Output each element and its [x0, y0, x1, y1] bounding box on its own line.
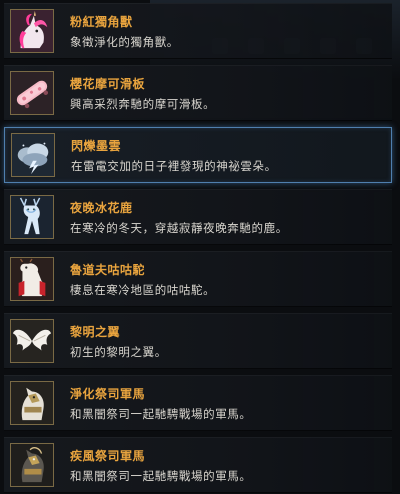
- ice-deer-icon: [10, 195, 54, 239]
- rudolph-camel-icon: [10, 257, 54, 301]
- dawn-wings-icon: [10, 319, 54, 363]
- list-item[interactable]: 魯道夫咕咕駝 棲息在寒冷地區的咕咕駝。: [4, 251, 392, 307]
- item-name: 櫻花摩可滑板: [70, 77, 146, 91]
- list-item[interactable]: 淨化祭司軍馬 和黑闇祭司一起馳騁戰場的軍馬。: [4, 375, 392, 431]
- item-description: 棲息在寒冷地區的咕咕駝。: [70, 283, 216, 297]
- sakura-skateboard-icon: [10, 71, 54, 115]
- item-description: 和黑闇祭司一起馳騁戰場的軍馬。: [70, 469, 252, 483]
- pink-unicorn-icon: [10, 9, 54, 53]
- item-name: 淨化祭司軍馬: [70, 387, 146, 401]
- item-description: 在寒冷的冬天，穿越寂靜夜晚奔馳的鹿。: [70, 221, 288, 235]
- item-name: 粉紅獨角獸: [70, 15, 133, 29]
- item-name: 黎明之翼: [70, 325, 121, 339]
- item-name: 夜晚冰花鹿: [70, 201, 133, 215]
- item-name: 疾風祭司軍馬: [70, 449, 146, 463]
- list-item[interactable]: 櫻花摩可滑板 興高采烈奔馳的摩可滑板。: [4, 65, 392, 121]
- thunder-cloud-icon: [11, 133, 55, 177]
- item-description: 初生的黎明之翼。: [70, 345, 167, 359]
- list-item[interactable]: 粉紅獨角獸 象徵淨化的獨角獸。: [4, 3, 392, 59]
- item-description: 興高采烈奔馳的摩可滑板。: [70, 97, 216, 111]
- item-name: 閃爍墨雲: [71, 139, 122, 153]
- item-description: 象徵淨化的獨角獸。: [70, 35, 179, 49]
- gale-warhorse-icon: [10, 443, 54, 487]
- list-item[interactable]: 疾風祭司軍馬 和黑闇祭司一起馳騁戰場的軍馬。: [4, 437, 392, 493]
- list-item[interactable]: 夜晚冰花鹿 在寒冷的冬天，穿越寂靜夜晚奔馳的鹿。: [4, 189, 392, 245]
- item-name: 魯道夫咕咕駝: [70, 263, 146, 277]
- list-item[interactable]: 黎明之翼 初生的黎明之翼。: [4, 313, 392, 369]
- item-description: 在雷電交加的日子裡發現的神祕雲朵。: [71, 159, 277, 173]
- list-item-selected[interactable]: 閃爍墨雲 在雷電交加的日子裡發現的神祕雲朵。: [4, 127, 392, 183]
- item-description: 和黑闇祭司一起馳騁戰場的軍馬。: [70, 407, 252, 421]
- purified-warhorse-icon: [10, 381, 54, 425]
